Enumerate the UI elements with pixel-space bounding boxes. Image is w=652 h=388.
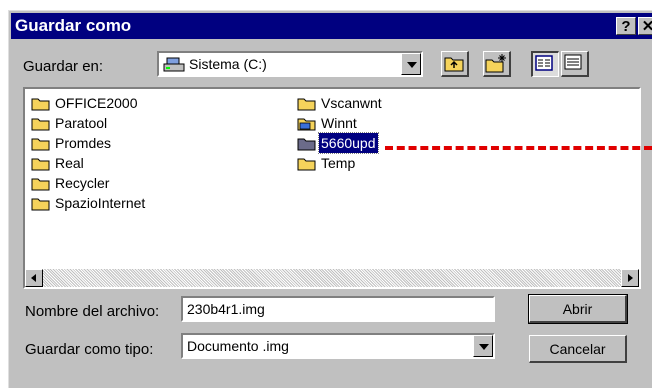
list-item-selected[interactable]: 5660upd [295, 132, 379, 154]
file-list[interactable]: OFFICE2000 Paratool Promdes Real Recycle… [23, 87, 641, 289]
list-item[interactable]: Paratool [29, 113, 109, 133]
list-item[interactable]: Promdes [29, 133, 113, 153]
folder-icon [31, 136, 50, 151]
details-view-icon [564, 54, 582, 70]
folder-icon [297, 96, 316, 111]
drive-icon [163, 57, 185, 76]
file-name-value: 230b4r1.img [187, 301, 265, 317]
folder-icon [297, 136, 316, 151]
folder-icon [31, 196, 50, 211]
list-item[interactable]: Vscanwnt [295, 93, 384, 113]
open-button[interactable]: Abrir [528, 294, 628, 324]
new-folder-button[interactable] [483, 51, 511, 77]
save-in-dropdown-button[interactable] [401, 53, 421, 75]
new-folder-icon [485, 54, 506, 73]
arrow-left-icon [31, 274, 36, 282]
title-bar[interactable]: Guardar como ? ✕ [11, 13, 652, 39]
list-item[interactable]: SpazioInternet [29, 193, 147, 213]
scroll-right-button[interactable] [621, 269, 639, 287]
list-view-button[interactable] [531, 51, 559, 77]
file-name-label: Nombre del archivo: [25, 303, 160, 320]
folder-icon [297, 156, 316, 171]
list-item[interactable]: Winnt [295, 113, 359, 133]
save-in-label: Guardar en: [23, 58, 104, 75]
close-button[interactable]: ✕ [638, 17, 652, 35]
save-as-dialog: Guardar como ? ✕ Guardar en: Sistema (C:… [8, 10, 652, 388]
file-type-label: Guardar como tipo: [25, 341, 154, 358]
file-type-dropdown-button[interactable] [473, 335, 493, 357]
list-view-icon [535, 55, 553, 71]
list-item[interactable]: Temp [295, 153, 357, 173]
up-one-level-button[interactable] [441, 51, 469, 77]
horizontal-scrollbar[interactable] [25, 269, 639, 287]
system-folder-icon [297, 116, 316, 131]
scroll-left-button[interactable] [25, 269, 43, 287]
file-type-value: Documento .img [187, 338, 289, 354]
file-type-combo[interactable]: Documento .img [181, 333, 495, 359]
dialog-title: Guardar como [15, 16, 132, 35]
list-item[interactable]: Recycler [29, 173, 111, 193]
save-in-value: Sistema (C:) [189, 56, 267, 72]
cancel-button[interactable]: Cancelar [529, 335, 627, 363]
list-item[interactable]: OFFICE2000 [29, 93, 139, 113]
list-item[interactable]: Real [29, 153, 86, 173]
arrow-right-icon [628, 274, 633, 282]
file-name-input[interactable]: 230b4r1.img [181, 296, 495, 322]
save-in-combo[interactable]: Sistema (C:) [157, 51, 423, 77]
folder-icon [31, 156, 50, 171]
help-button[interactable]: ? [616, 17, 636, 35]
up-folder-icon [444, 57, 464, 72]
folder-icon [31, 176, 50, 191]
annotation-dashed-line [385, 146, 652, 150]
folder-icon [31, 116, 50, 131]
folder-icon [31, 96, 50, 111]
details-view-button[interactable] [561, 51, 589, 77]
